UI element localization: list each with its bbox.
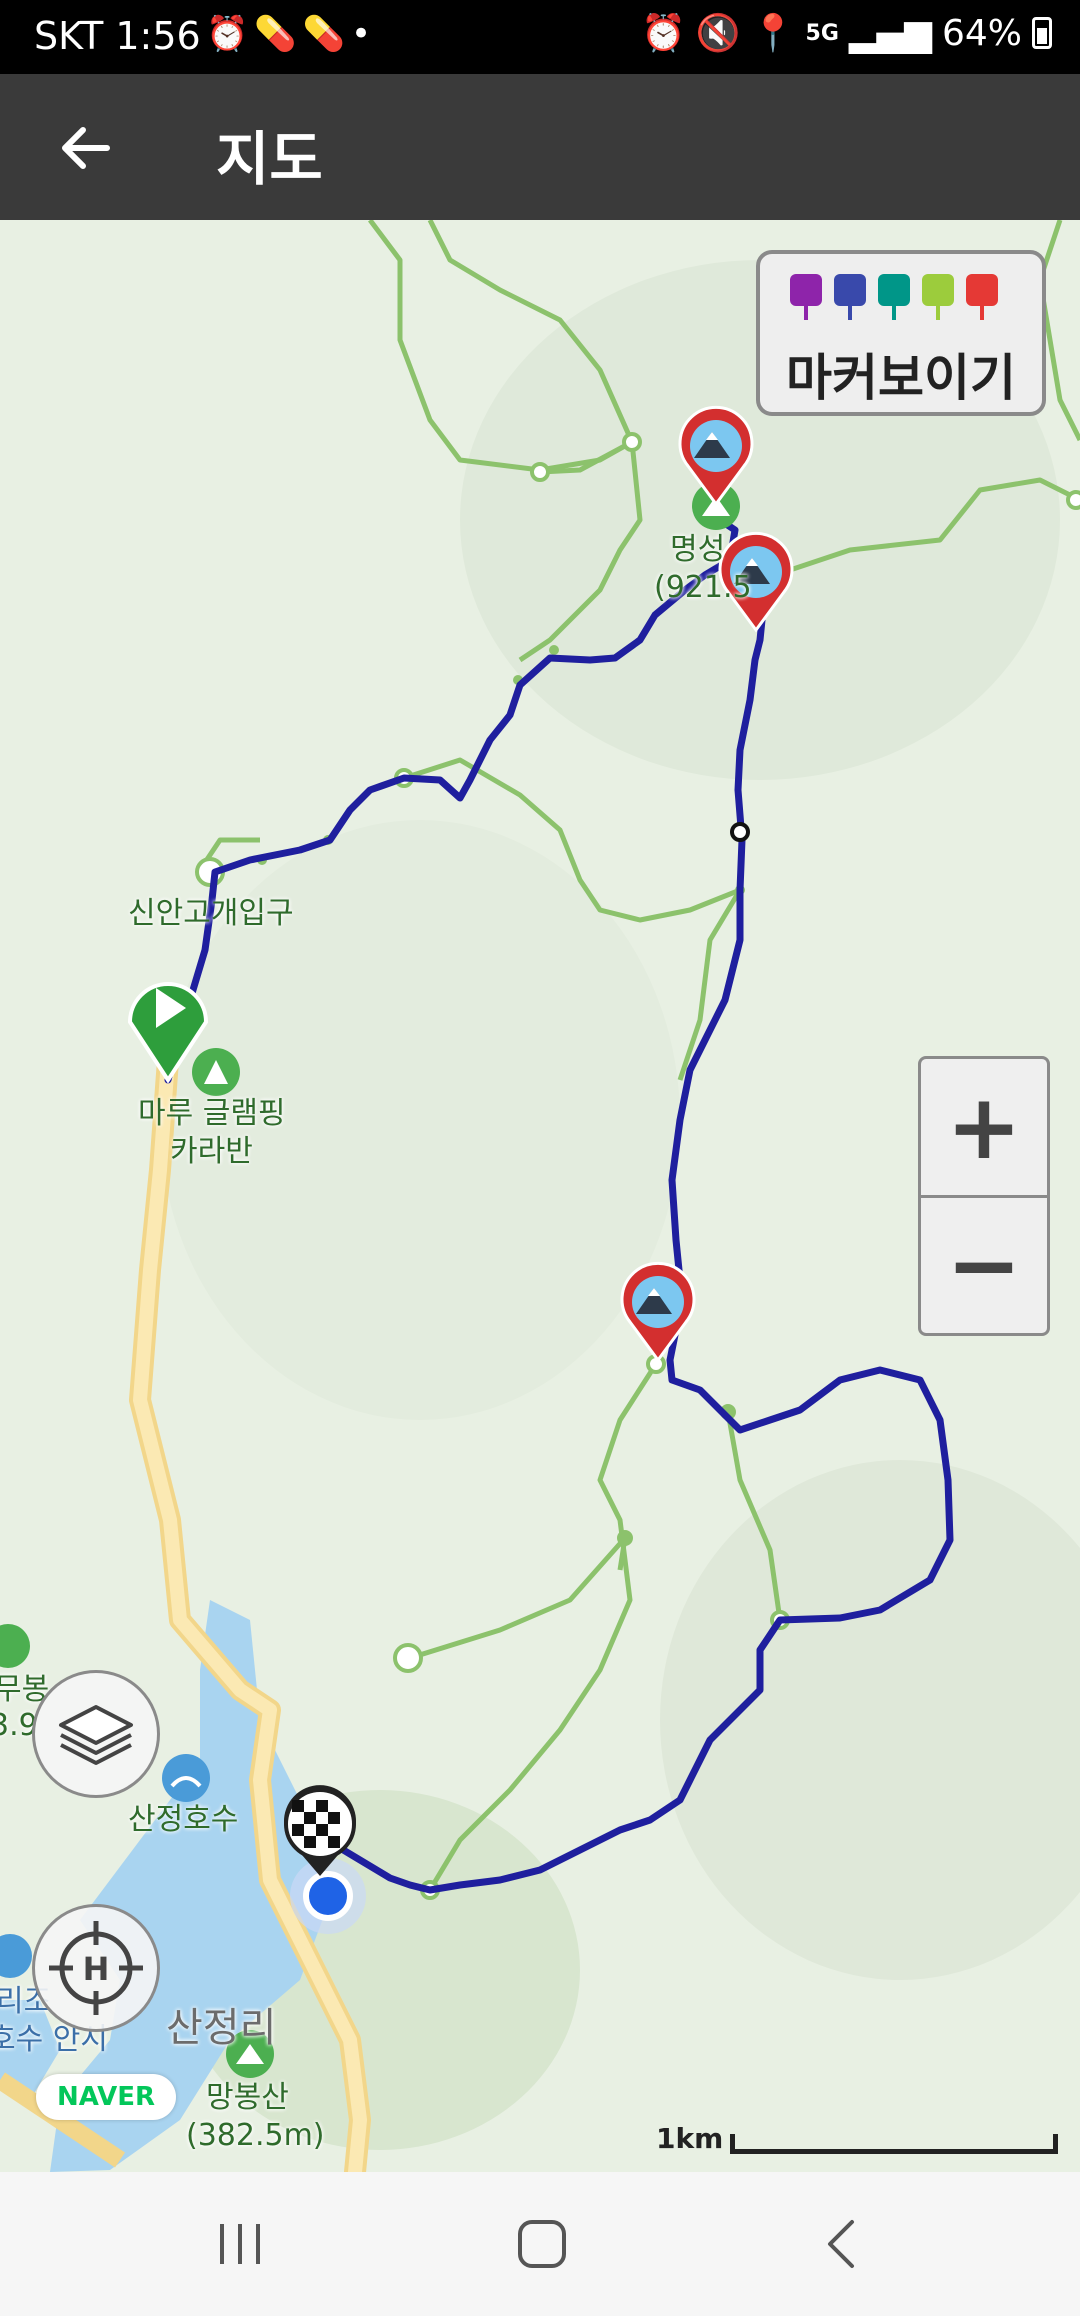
home-square-icon [518, 2220, 566, 2268]
layers-icon [59, 1705, 133, 1765]
alarm-icon: ⏰ [641, 13, 686, 54]
crosshair-home-icon: H [49, 1921, 143, 2015]
zoom-in-button[interactable]: + [921, 1059, 1047, 1198]
map-label-glamping: 마루 글램핑 [138, 1096, 286, 1131]
marker-type-icons [790, 274, 998, 320]
map-label-caravan: 카라반 [170, 1134, 253, 1169]
pen-icon [878, 274, 910, 320]
map-label-myeongseong-elevation: (921.5 [654, 570, 752, 605]
back-button[interactable] [40, 110, 130, 186]
map-label-mangbong: 망봉산 [206, 2080, 289, 2115]
location-icon: 📍 [750, 13, 796, 54]
camera-icon [790, 274, 822, 320]
arrow-left-icon [62, 127, 110, 169]
flag-icon [966, 274, 998, 320]
zoom-out-button[interactable]: − [921, 1197, 1047, 1333]
chevron-left-icon [828, 2220, 854, 2268]
layers-button[interactable] [32, 1670, 160, 1798]
naver-logo: NAVER [36, 2074, 176, 2120]
signal-icon: ▂▄▆ [848, 12, 932, 54]
map-label-sanjeongri: 산정리 [166, 2005, 277, 2051]
battery-level: 64% [941, 12, 1022, 54]
battery-icon [1032, 17, 1052, 49]
scale-bar [730, 2134, 1058, 2154]
show-markers-label: 마커보이기 [786, 349, 1016, 407]
recent-apps-icon [220, 2224, 260, 2264]
back-nav-button[interactable] [812, 2212, 876, 2276]
memo-icon [922, 274, 954, 320]
video-icon [834, 274, 866, 320]
5g-icon: 5G [805, 20, 839, 46]
current-location-dot [303, 1871, 353, 1921]
map-label-sinan: 신안고개입구 [128, 896, 294, 931]
map-label-mangbong-elevation: (382.5m) [186, 2118, 325, 2153]
recent-apps-button[interactable] [208, 2212, 272, 2276]
mute-icon: 🔇 [695, 13, 741, 54]
map-label-sanjeong-lake: 산정호수 [128, 1802, 239, 1837]
lake-icon [162, 1754, 210, 1802]
map-label-myeongseong: 명성 [670, 532, 726, 567]
home-button[interactable] [510, 2212, 574, 2276]
scale-label: 1km [656, 2122, 724, 2155]
glamping-icon [192, 1048, 240, 1096]
svg-text:H: H [83, 1950, 110, 1988]
show-markers-button[interactable]: 마커보이기 [756, 250, 1046, 416]
system-nav-bar [0, 2172, 1080, 2316]
zoom-control: + − [918, 1056, 1050, 1336]
page-title: 지도 [216, 125, 323, 193]
app-bar: 지도 [0, 74, 1080, 220]
status-bar: SKT 1:56 ⏰💊💊• ⏰ 🔇 📍 5G ▂▄▆ 64% [0, 0, 1080, 74]
status-notification-icons: ⏰💊💊• [206, 14, 378, 54]
carrier-time: SKT 1:56 [34, 14, 201, 58]
home-location-button[interactable]: H [32, 1904, 160, 2032]
